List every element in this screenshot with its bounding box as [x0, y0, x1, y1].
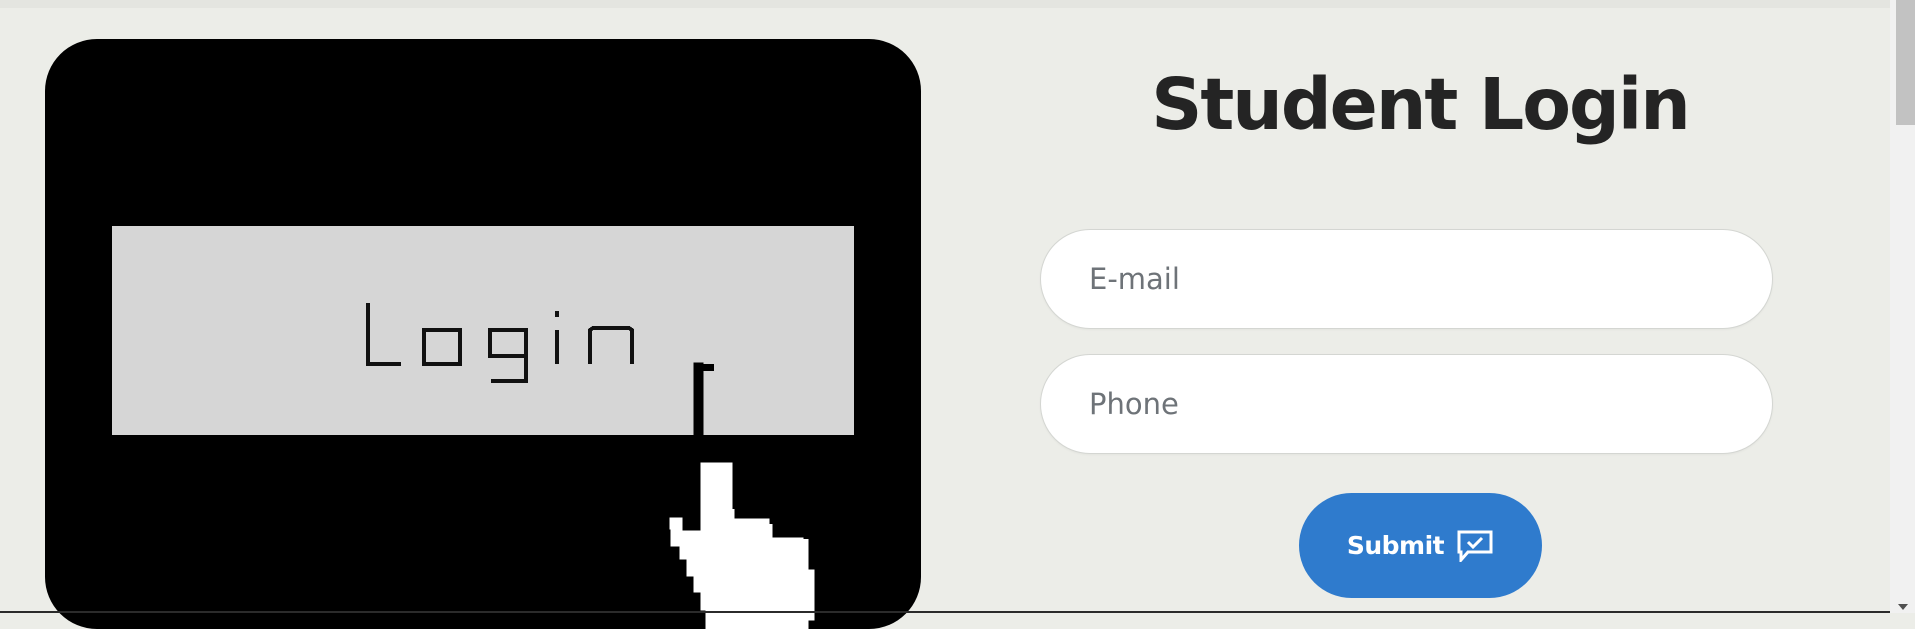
top-band — [0, 0, 1890, 8]
email-field[interactable] — [1040, 229, 1773, 329]
page-title: Student Login — [1151, 63, 1691, 146]
login-illustration: Login — [45, 39, 921, 629]
message-check-icon — [1456, 530, 1494, 562]
illustration-login-text: Login — [363, 303, 603, 394]
vertical-scrollbar[interactable] — [1890, 0, 1915, 613]
submit-label: Submit — [1346, 531, 1445, 560]
phone-field[interactable] — [1040, 354, 1773, 454]
scrollbar-thumb[interactable] — [1896, 0, 1915, 125]
submit-button[interactable]: Submit — [1299, 493, 1542, 598]
scroll-down-arrow-icon[interactable] — [1898, 604, 1908, 610]
